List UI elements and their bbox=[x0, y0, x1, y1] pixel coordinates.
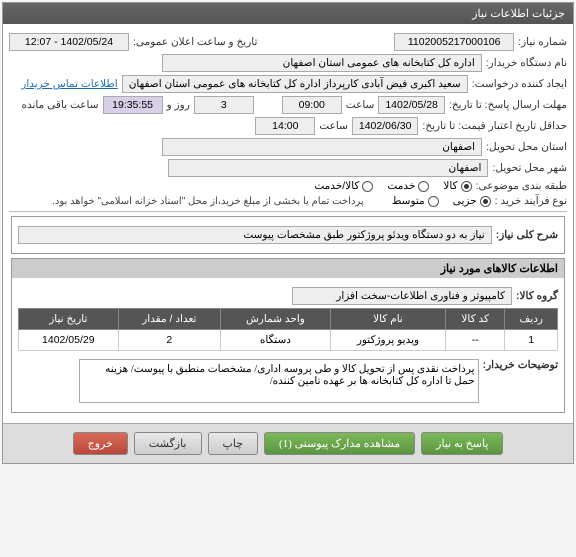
radio-icon bbox=[480, 196, 491, 207]
cell-date: 1402/05/29 bbox=[19, 330, 119, 351]
buyer-notes-value: پرداخت نقدی پس از تحویل کالا و طی پروسه … bbox=[79, 359, 479, 403]
table-row[interactable]: 1 -- ویدیو پروژکتور دستگاه 2 1402/05/29 bbox=[19, 330, 558, 351]
remain-label-2: روز و bbox=[167, 99, 190, 111]
exit-button[interactable]: خروج bbox=[73, 432, 128, 455]
city-label: شهر محل تحویل: bbox=[492, 162, 567, 174]
button-bar: پاسخ به نیاز مشاهده مدارک پیوستی (1) چاپ… bbox=[3, 423, 573, 463]
cell-unit: دستگاه bbox=[221, 330, 331, 351]
creator-value: سعید اکبری فیض آبادی کارپرداز اداره کل ک… bbox=[122, 75, 468, 93]
announce-label: تاریخ و ساعت اعلان عمومی: bbox=[133, 36, 257, 48]
province-value: اصفهان bbox=[162, 138, 482, 156]
time-label-1: ساعت bbox=[346, 99, 375, 111]
th-qty: تعداد / مقدار bbox=[118, 309, 220, 330]
cell-idx: 1 bbox=[505, 330, 558, 351]
radio-icon bbox=[428, 196, 439, 207]
th-name: نام کالا bbox=[330, 309, 445, 330]
need-no-value: 1102005217000106 bbox=[394, 33, 514, 51]
cell-name: ویدیو پروژکتور bbox=[330, 330, 445, 351]
details-panel: جزئیات اطلاعات نیاز شماره نیاز: 11020052… bbox=[2, 2, 574, 464]
attachments-button[interactable]: مشاهده مدارک پیوستی (1) bbox=[264, 432, 415, 455]
validity-date: 1402/06/30 bbox=[352, 117, 419, 135]
th-code: کد کالا bbox=[446, 309, 505, 330]
subject-radio-group: کالا خدمت کالا/خدمت bbox=[314, 180, 471, 192]
radio-icon bbox=[461, 181, 472, 192]
remain-time: 19:35:55 bbox=[103, 96, 163, 114]
table-header-row: ردیف کد کالا نام کالا واحد شمارش تعداد /… bbox=[19, 309, 558, 330]
cell-code: -- bbox=[446, 330, 505, 351]
print-button[interactable]: چاپ bbox=[208, 432, 259, 455]
cell-qty: 2 bbox=[118, 330, 220, 351]
deadline-label: مهلت ارسال پاسخ: تا تاریخ: bbox=[449, 99, 567, 111]
deadline-date: 1402/05/28 bbox=[378, 96, 445, 114]
th-idx: ردیف bbox=[505, 309, 558, 330]
province-label: استان محل تحویل: bbox=[486, 141, 567, 153]
process-option-medium[interactable]: متوسط bbox=[392, 195, 439, 207]
desc-label: شرح کلی نیاز: bbox=[496, 229, 558, 241]
radio-icon bbox=[418, 181, 429, 192]
contact-link[interactable]: اطلاعات تماس خریدار bbox=[21, 78, 117, 90]
panel-title: جزئیات اطلاعات نیاز bbox=[3, 3, 573, 24]
group-value: کامپیوتر و فناوری اطلاعات-سخت افزار bbox=[292, 287, 512, 305]
th-unit: واحد شمارش bbox=[221, 309, 331, 330]
remain-days: 3 bbox=[194, 96, 254, 114]
remain-label-3: ساعت باقی مانده bbox=[22, 99, 99, 111]
validity-time: 14:00 bbox=[255, 117, 315, 135]
announce-value: 1402/05/24 - 12:07 bbox=[9, 33, 129, 51]
subject-option-both[interactable]: کالا/خدمت bbox=[314, 180, 373, 192]
process-option-small[interactable]: جزیی bbox=[453, 195, 491, 207]
process-label: نوع فرآیند خرید : bbox=[495, 195, 567, 207]
divider bbox=[9, 211, 567, 212]
buyer-value: اداره کل کتابخانه های عمومی استان اصفهان bbox=[162, 54, 482, 72]
radio-icon bbox=[362, 181, 373, 192]
need-no-label: شماره نیاز: bbox=[518, 36, 567, 48]
subject-option-kala[interactable]: کالا bbox=[443, 180, 471, 192]
back-button[interactable]: بازگشت bbox=[134, 432, 202, 455]
items-table: ردیف کد کالا نام کالا واحد شمارش تعداد /… bbox=[18, 308, 558, 351]
buyer-label: نام دستگاه خریدار: bbox=[486, 57, 567, 69]
items-title: اطلاعات کالاهای مورد نیاز bbox=[12, 259, 564, 278]
deadline-time: 09:00 bbox=[282, 96, 342, 114]
subject-option-khedmat[interactable]: خدمت bbox=[387, 180, 429, 192]
respond-button[interactable]: پاسخ به نیاز bbox=[421, 432, 503, 455]
process-radio-group: جزیی متوسط bbox=[392, 195, 491, 207]
validity-label: حداقل تاریخ اعتبار قیمت: تا تاریخ: bbox=[422, 120, 567, 132]
creator-label: ایجاد کننده درخواست: bbox=[472, 78, 567, 90]
th-date: تاریخ نیاز bbox=[19, 309, 119, 330]
form-area: شماره نیاز: 1102005217000106 تاریخ و ساع… bbox=[3, 24, 573, 423]
buyer-notes-label: توضیحات خریدار: bbox=[483, 359, 558, 371]
payment-note: پرداخت تمام یا بخشی از مبلغ خرید،از محل … bbox=[52, 196, 364, 207]
desc-box: شرح کلی نیاز: نیاز به دو دستگاه ویدئو پر… bbox=[11, 216, 565, 254]
time-label-2: ساعت bbox=[319, 120, 348, 132]
group-label: گروه کالا: bbox=[516, 290, 558, 302]
city-value: اصفهان bbox=[168, 159, 488, 177]
subject-label: طبقه بندی موضوعی: bbox=[476, 180, 567, 192]
desc-value: نیاز به دو دستگاه ویدئو پروژکتور طبق مشخ… bbox=[18, 226, 492, 244]
items-box: اطلاعات کالاهای مورد نیاز گروه کالا: کام… bbox=[11, 258, 565, 413]
